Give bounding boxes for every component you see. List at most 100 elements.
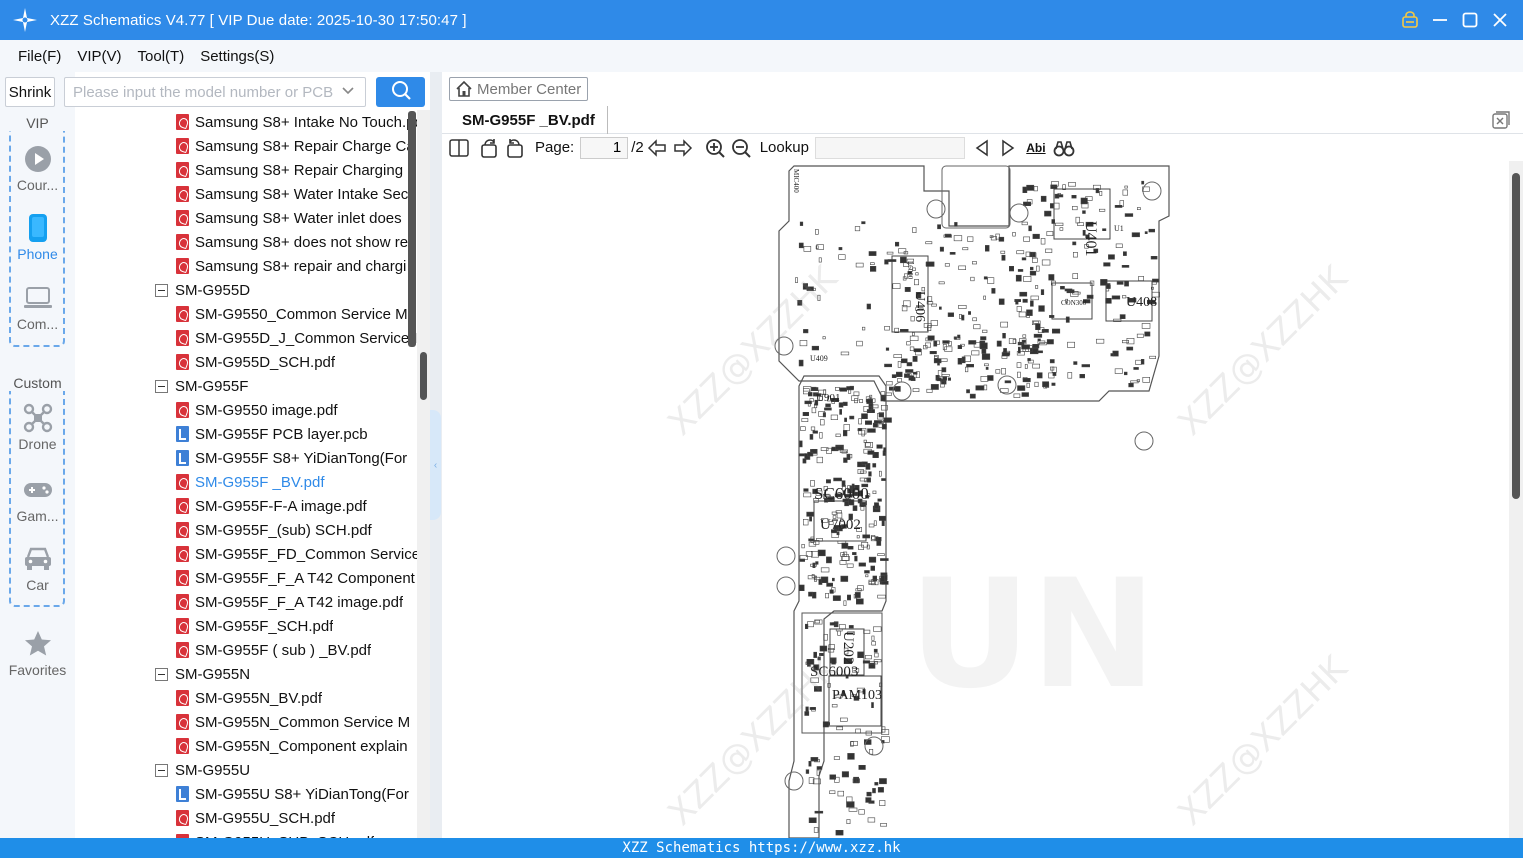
lookup-input[interactable] <box>814 136 965 159</box>
tree-row-label: SM-G955N_Component explain <box>195 737 408 755</box>
tree-row-label: SM-G955F S8+ YiDianTong(For <box>195 449 408 467</box>
tree-scroll-thumb[interactable] <box>420 352 427 400</box>
tree-folder[interactable]: SM-G955D <box>155 278 250 302</box>
pdf-viewer[interactable]: UN U401 U406 U408 U901 SC6000 U7002 SC60… <box>442 161 1509 838</box>
tree-file[interactable]: SM-G9550_Common Service Ma <box>176 302 416 326</box>
search-input[interactable] <box>73 83 333 101</box>
vip-lock-icon[interactable] <box>1401 11 1419 29</box>
tree-file[interactable]: Samsung S8+ Water Intake Seco <box>176 182 417 206</box>
tree-row-label: SM-G955N <box>175 665 251 683</box>
collapse-toggle-icon[interactable] <box>155 667 168 681</box>
rail-item-favorites[interactable]: Favorites <box>0 629 75 678</box>
tree-file[interactable]: SM-G955F_F_A T42 Component <box>176 566 415 590</box>
tree-file[interactable]: Samsung S8+ Water inlet does <box>176 206 402 230</box>
tree-file[interactable]: Samsung S8+ repair and chargi <box>176 254 406 278</box>
member-center-button[interactable]: Member Center <box>449 77 588 101</box>
rail-item-drone[interactable]: Drone <box>0 403 75 452</box>
search-button[interactable] <box>376 77 425 107</box>
maximize-button[interactable] <box>1461 11 1479 29</box>
tree-file[interactable]: Samsung S8+ Repair Charging <box>176 158 403 182</box>
rail-item-label: Com... <box>16 316 59 332</box>
shrink-button[interactable]: Shrink <box>5 77 55 107</box>
rail-item-computer[interactable]: Com... <box>0 283 75 332</box>
pdf-file-icon <box>176 234 189 250</box>
tree-file[interactable]: SM-G955F-F-A image.pdf <box>176 494 367 518</box>
tree-file[interactable]: SM-G955F_F_A T42 image.pdf <box>176 590 403 614</box>
collapse-toggle-icon[interactable] <box>155 379 168 393</box>
file-tree: Samsung S8+ Intake No Touch.pdf Samsung S… <box>75 110 417 838</box>
tree-file[interactable]: SM-G955F ( sub ) _BV.pdf <box>176 638 371 662</box>
abi-label: Abi <box>1026 140 1046 155</box>
tree-file[interactable]: SM-G955F _BV.pdf <box>176 470 325 494</box>
pdf-file-icon <box>176 498 189 514</box>
collapse-toggle-icon[interactable] <box>155 763 168 777</box>
tree-file[interactable]: SM-G955U_SCH.pdf <box>176 806 335 830</box>
tree-file[interactable]: SM-G955D_J_Common Service I <box>176 326 417 350</box>
tree-file[interactable]: SM-G955F_(sub) SCH.pdf <box>176 518 372 542</box>
play-icon <box>23 144 53 174</box>
rail-item-games[interactable]: Gam... <box>0 475 75 524</box>
home-icon <box>454 79 474 99</box>
binoculars-icon[interactable] <box>1053 137 1075 159</box>
find-next-icon[interactable] <box>997 137 1019 159</box>
close-tabs-icon[interactable] <box>1491 110 1511 130</box>
tree-row-label: SM-G955D_J_Common Service I <box>195 329 417 347</box>
chevron-down-icon[interactable] <box>341 84 355 103</box>
find-prev-icon[interactable] <box>971 137 993 159</box>
pdf-file-icon <box>176 306 189 322</box>
tree-file[interactable]: SM-G955F_FD_Common Service <box>176 542 417 566</box>
tree-file[interactable]: SM-G955F_SCH.pdf <box>176 614 333 638</box>
menu-vip[interactable]: VIP(V) <box>77 48 121 65</box>
collapse-toggle-icon[interactable] <box>155 283 168 297</box>
tree-row-label: SM-G955F_F_A T42 image.pdf <box>195 593 404 611</box>
tree-file[interactable]: SM-G9550 image.pdf <box>176 398 338 422</box>
tree-file[interactable]: SM-G955U_SUB_SCH.pdf <box>176 830 374 838</box>
viewer-scroll-thumb[interactable] <box>1512 173 1520 499</box>
close-button[interactable] <box>1491 11 1509 29</box>
menu-tool[interactable]: Tool(T) <box>138 48 185 65</box>
collapse-panel-handle[interactable]: ‹ <box>430 410 441 520</box>
zoom-in-icon[interactable] <box>704 137 726 159</box>
tree-row-label: Samsung S8+ Water Intake Seco <box>195 185 417 203</box>
tree-file[interactable]: SM-G955D_SCH.pdf <box>176 350 335 374</box>
zoom-out-icon[interactable] <box>730 137 752 159</box>
match-case-button[interactable]: Abi <box>1025 137 1047 159</box>
tree-folder[interactable]: SM-G955N <box>155 662 250 686</box>
pcb-file-icon <box>176 450 189 466</box>
tree-file[interactable]: SM-G955U S8+ YiDianTong(For <box>176 782 409 806</box>
tree-scrollbar[interactable] <box>417 110 430 838</box>
tree-file[interactable]: Samsung S8+ Repair Charge Ca <box>176 134 415 158</box>
rotate-left-icon[interactable] <box>478 137 500 159</box>
svg-text:UN: UN <box>909 548 1156 722</box>
tree-file[interactable]: SM-G955F PCB layer.pcb <box>176 422 368 446</box>
menu-settings[interactable]: Settings(S) <box>200 48 274 65</box>
tree-file[interactable]: SM-G955N_Common Service M <box>176 710 410 734</box>
pdf-file-icon <box>176 138 189 154</box>
tree-file[interactable]: Samsung S8+ does not show re <box>176 230 408 254</box>
tree-file[interactable]: SM-G955F S8+ YiDianTong(For <box>176 446 407 470</box>
tree-folder[interactable]: SM-G955U <box>155 758 250 782</box>
board-label: PAM103 <box>832 688 882 703</box>
tree-folder[interactable]: SM-G955F <box>155 374 248 398</box>
menu-file[interactable]: File(F) <box>18 48 61 65</box>
tab-document[interactable]: SM-G955F _BV.pdf <box>450 106 608 134</box>
next-page-icon[interactable] <box>672 137 694 159</box>
pdf-file-icon <box>176 714 189 730</box>
tree-file[interactable]: SM-G955N_Component explain <box>176 734 408 758</box>
page-number-input[interactable] <box>580 136 629 159</box>
window-title: XZZ Schematics V4.77 [ VIP Due date: 202… <box>50 11 467 29</box>
viewer-scrollbar[interactable] <box>1509 161 1523 838</box>
tree-row-label: SM-G955F-F-A image.pdf <box>195 497 367 515</box>
pdf-file-icon <box>176 474 189 490</box>
minimize-button[interactable] <box>1431 11 1449 29</box>
two-page-icon[interactable] <box>448 137 470 159</box>
rotate-right-icon[interactable] <box>504 137 526 159</box>
prev-page-icon[interactable] <box>646 137 668 159</box>
rail-item-courses[interactable]: Cour... <box>0 144 75 193</box>
tree-name-scrollbar[interactable] <box>408 111 416 347</box>
tree-file[interactable]: Samsung S8+ Intake No Touch.pdf <box>176 110 417 134</box>
tree-file[interactable]: SM-G955N_BV.pdf <box>176 686 322 710</box>
laptop-icon <box>23 283 53 313</box>
rail-item-phone[interactable]: Phone <box>0 213 75 262</box>
rail-item-car[interactable]: Car <box>0 544 75 593</box>
